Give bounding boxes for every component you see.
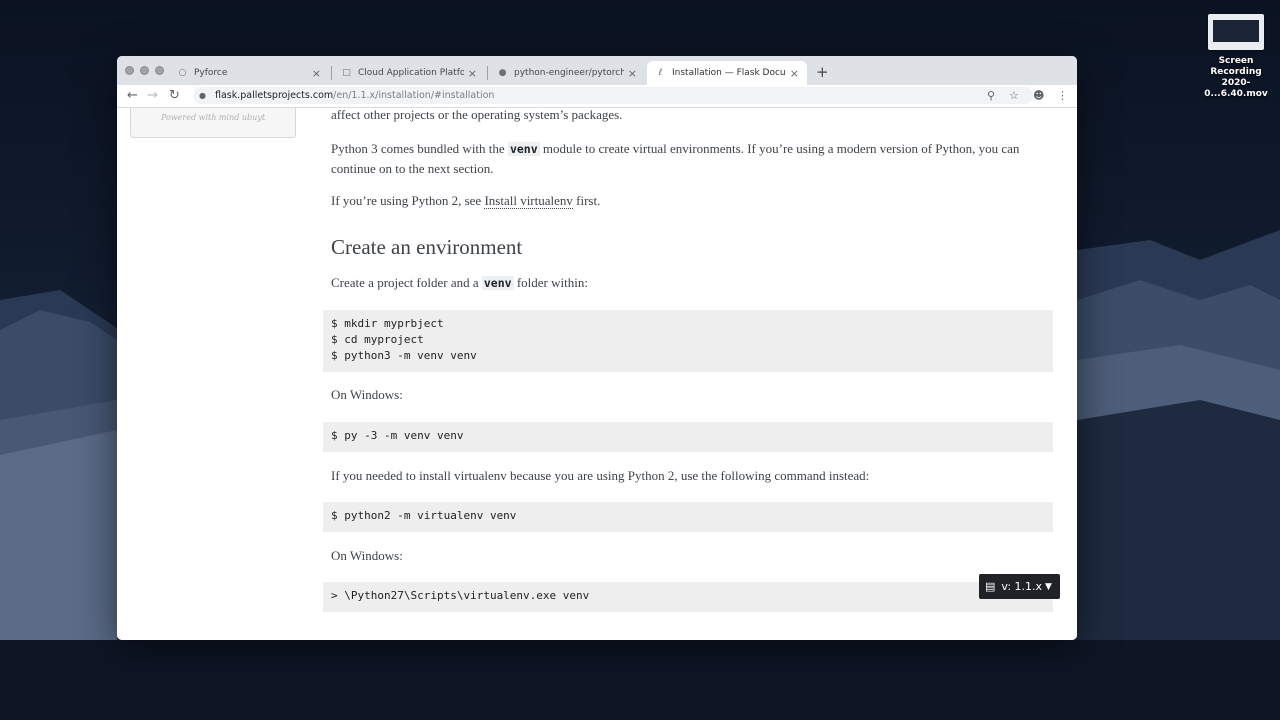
- url-host: flask.palletsprojects.com: [215, 90, 334, 101]
- code-line: $ py -3 -m venv venv: [331, 429, 464, 442]
- document-icon: □: [342, 68, 351, 78]
- minimize-window-button[interactable]: [140, 66, 149, 75]
- browser-window: ○ Pyforce × □ Cloud Application Platform…: [117, 56, 1077, 640]
- code-block-python2-windows[interactable]: > \Python27\Scripts\virtualenv.exe venv: [323, 582, 1053, 612]
- code-line: $ python3 -m venv venv: [331, 349, 477, 362]
- close-tab-icon[interactable]: ×: [468, 67, 477, 80]
- code-line: > \Python27\Scripts\virtualenv.exe venv: [331, 589, 590, 602]
- tab-cloud-application[interactable]: □ Cloud Application Platform | H ×: [333, 61, 485, 85]
- paragraph-text: Python 3 comes bundled with the: [331, 141, 508, 156]
- desktop-file-label-1: Screen Recording: [1210, 56, 1262, 77]
- tab-title: python-engineer/pytorchTutori: [514, 68, 624, 78]
- code-line: $ mkdir myprbject: [331, 317, 444, 330]
- tab-title: Cloud Application Platform | H: [358, 68, 464, 78]
- tab-github[interactable]: ● python-engineer/pytorchTutori ×: [489, 61, 645, 85]
- paragraph-text: Create a project folder and a: [331, 275, 482, 290]
- close-tab-icon[interactable]: ×: [312, 67, 321, 80]
- close-tab-icon[interactable]: ×: [790, 67, 799, 80]
- zoom-icon[interactable]: ⚲: [987, 88, 995, 104]
- paragraph-python2: If you’re using Python 2, see Install vi…: [331, 191, 1051, 210]
- globe-icon: ○: [178, 68, 187, 78]
- section-heading: Create an environment: [331, 235, 523, 259]
- code-line: $ cd myproject: [331, 333, 424, 346]
- reload-icon[interactable]: ↻: [169, 88, 180, 104]
- code-line: $ python2 -m virtualenv venv: [331, 509, 517, 522]
- tab-flask-installation[interactable]: ℓ Installation — Flask Document ×: [647, 61, 807, 85]
- desktop-file-icon[interactable]: Screen Recording 2020-0...6.40.mov: [1196, 14, 1276, 100]
- bookmark-star-icon[interactable]: ☆: [1009, 88, 1019, 104]
- desktop-file-label-2: 2020-0...6.40.mov: [1204, 78, 1268, 99]
- maximize-window-button[interactable]: [155, 66, 164, 75]
- intro-paragraph-tail: affect other projects or the operating s…: [331, 108, 623, 122]
- inline-code-venv: venv: [481, 276, 514, 290]
- book-icon: ▤: [985, 580, 996, 593]
- video-thumbnail-icon: [1208, 14, 1264, 50]
- url-path: /en/1.1.x/installation/#installation: [333, 90, 495, 101]
- tab-title: Pyforce: [194, 68, 228, 78]
- on-windows-label: On Windows:: [331, 387, 403, 402]
- paragraph-venv-bundled: Python 3 comes bundled with the venv mod…: [331, 139, 1051, 178]
- new-tab-button[interactable]: +: [816, 63, 829, 81]
- tab-bar: ○ Pyforce × □ Cloud Application Platform…: [117, 56, 1077, 85]
- back-arrow-icon[interactable]: ←: [127, 88, 138, 104]
- address-bar[interactable]: ● flask.palletsprojects.com /en/1.1.x/in…: [193, 87, 1033, 104]
- paragraph-text: folder within:: [513, 275, 588, 290]
- browser-toolbar: ← → ↻ ● flask.palletsprojects.com /en/1.…: [117, 85, 1077, 108]
- flask-icon: ℓ: [658, 68, 663, 78]
- tab-title: Installation — Flask Document: [672, 68, 786, 78]
- close-window-button[interactable]: [125, 66, 134, 75]
- paragraph-python2-install: If you needed to install virtualenv beca…: [331, 468, 870, 483]
- forward-arrow-icon[interactable]: →: [147, 88, 158, 104]
- sidebar-ad-box[interactable]: Powered with mind ubuyt: [130, 108, 296, 138]
- github-icon: ●: [498, 68, 507, 78]
- install-virtualenv-link[interactable]: Install virtualenv: [484, 193, 573, 209]
- page-content: Powered with mind ubuyt affect other pro…: [117, 108, 1077, 640]
- window-controls: [125, 66, 164, 75]
- paragraph-create-folder: Create a project folder and a venv folde…: [331, 273, 1051, 293]
- paragraph-text: first.: [572, 193, 601, 208]
- code-block-windows[interactable]: $ py -3 -m venv venv: [323, 422, 1053, 452]
- lock-icon: ●: [199, 91, 206, 100]
- code-block-unix[interactable]: $ mkdir myprbject $ cd myproject $ pytho…: [323, 310, 1053, 372]
- on-windows-label-2: On Windows:: [331, 548, 403, 563]
- profile-avatar-icon[interactable]: ☻: [1033, 88, 1044, 104]
- inline-code-venv: venv: [507, 142, 540, 156]
- caret-down-icon: ▼: [1045, 581, 1052, 592]
- version-label: v: 1.1.x: [1001, 580, 1043, 593]
- menu-kebab-icon[interactable]: ⋮: [1057, 88, 1068, 104]
- tab-pyforce[interactable]: ○ Pyforce ×: [169, 61, 329, 85]
- code-block-python2[interactable]: $ python2 -m virtualenv venv: [323, 502, 1053, 532]
- version-selector[interactable]: ▤ v: 1.1.x ▼: [979, 574, 1060, 599]
- close-tab-icon[interactable]: ×: [628, 67, 637, 80]
- paragraph-text: If you’re using Python 2, see: [331, 193, 485, 208]
